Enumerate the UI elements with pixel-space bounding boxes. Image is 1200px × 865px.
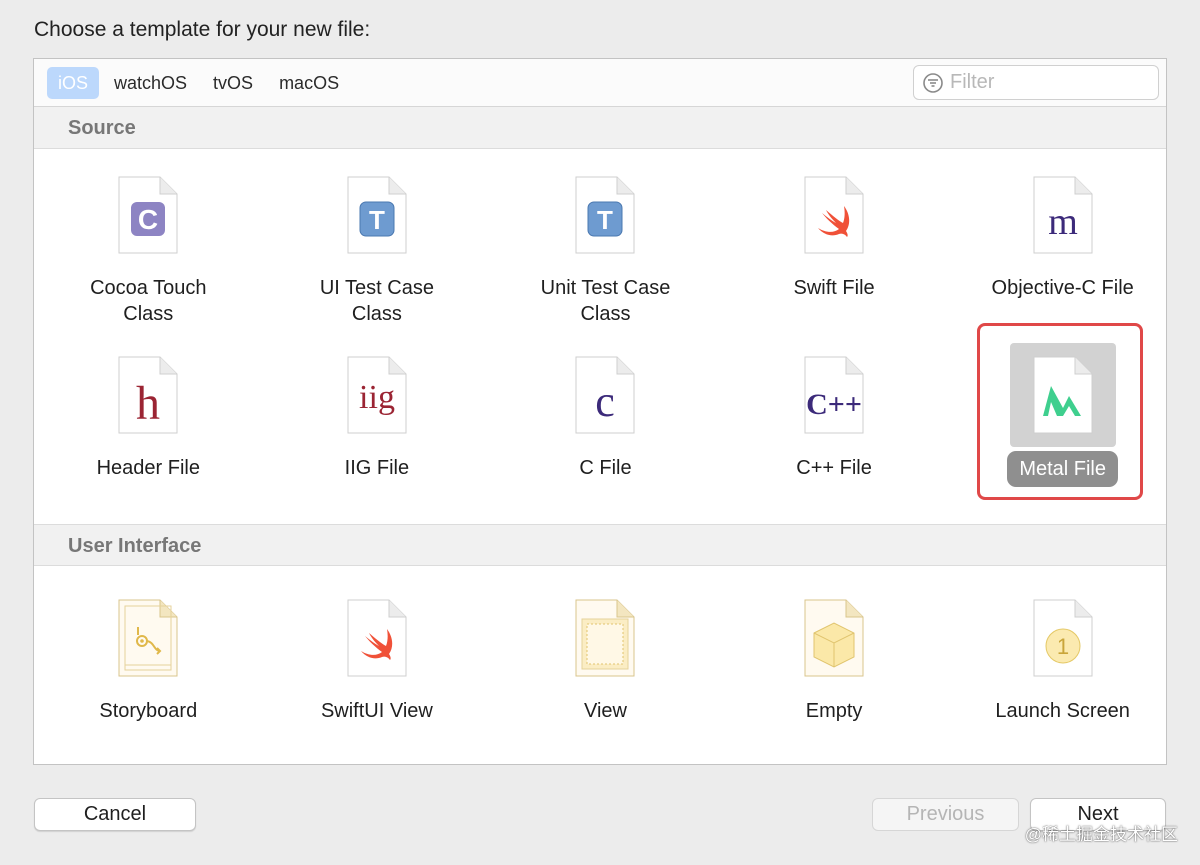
metal-file-icon <box>1033 356 1093 434</box>
template-label: Metal File <box>1007 451 1119 487</box>
tab-watchos[interactable]: watchOS <box>103 67 198 99</box>
template-swift-file[interactable]: Swift File <box>720 163 949 343</box>
template-view[interactable]: View <box>491 586 720 766</box>
template-label: Storyboard <box>99 700 198 722</box>
platform-bar: iOS watchOS tvOS macOS <box>34 59 1166 107</box>
template-label: UI Test Case Class <box>319 277 434 325</box>
svg-text:h: h <box>136 377 160 430</box>
header-file-icon: h <box>118 356 178 434</box>
template-launch-screen[interactable]: 1 Launch Screen <box>948 586 1177 766</box>
template-label: C++ File <box>796 457 872 479</box>
svg-text:T: T <box>369 205 385 235</box>
view-icon <box>575 599 635 677</box>
template-iig-file[interactable]: iig IIG File <box>263 343 492 523</box>
svg-text:1: 1 <box>1057 634 1069 659</box>
c-file-icon: c <box>575 356 635 434</box>
template-label: View <box>583 700 627 722</box>
swiftui-view-icon <box>347 599 407 677</box>
template-ui-test-case-class[interactable]: T UI Test Case Class <box>263 163 492 343</box>
filter-field[interactable] <box>913 65 1159 100</box>
cancel-button[interactable]: Cancel <box>34 798 196 831</box>
tab-ios[interactable]: iOS <box>47 67 100 99</box>
svg-text:iig: iig <box>359 379 395 416</box>
template-label: IIG File <box>344 457 410 479</box>
template-empty[interactable]: Empty <box>720 586 949 766</box>
dialog-title: Choose a template for your new file: <box>34 18 371 41</box>
empty-icon <box>804 599 864 677</box>
template-header-file[interactable]: h Header File <box>34 343 263 523</box>
launch-screen-icon: 1 <box>1033 599 1093 677</box>
svg-text:m: m <box>1048 201 1078 243</box>
section-header-user-interface: User Interface <box>34 524 1166 566</box>
svg-text:C: C <box>138 204 158 235</box>
template-label: Launch Screen <box>995 700 1130 722</box>
svg-text:c: c <box>596 377 616 426</box>
section-header-source: Source <box>34 107 1166 149</box>
template-objective-c-file[interactable]: m Objective-C File <box>948 163 1177 343</box>
source-templates: C Cocoa Touch Class T UI Test Case Class <box>34 149 1166 524</box>
template-label: Cocoa Touch Class <box>90 277 207 325</box>
template-metal-file[interactable]: Metal File <box>948 343 1177 523</box>
svg-text:T: T <box>598 205 614 235</box>
filter-icon <box>923 72 943 93</box>
filter-input[interactable] <box>950 71 1150 94</box>
previous-button[interactable]: Previous <box>872 798 1019 831</box>
template-label: Swift File <box>793 277 875 299</box>
template-unit-test-case-class[interactable]: T Unit Test Case Class <box>491 163 720 343</box>
swift-icon <box>804 176 864 254</box>
tab-macos[interactable]: macOS <box>268 67 350 99</box>
user-interface-templates: Storyboard SwiftUI View View Empty 1 Lau… <box>34 566 1166 762</box>
template-label: Unit Test Case Class <box>540 277 671 325</box>
ui-test-case-icon: T <box>347 176 407 254</box>
template-label: Header File <box>96 457 200 479</box>
cpp-file-icon: C++ <box>804 356 864 434</box>
iig-file-icon: iig <box>347 356 407 434</box>
template-cpp-file[interactable]: C++ C++ File <box>720 343 949 523</box>
template-label: C File <box>579 457 632 479</box>
watermark: @稀土掘金技术社区 <box>1024 825 1178 844</box>
template-storyboard[interactable]: Storyboard <box>34 586 263 766</box>
template-swiftui-view[interactable]: SwiftUI View <box>263 586 492 766</box>
svg-text:C++: C++ <box>806 388 862 421</box>
tab-tvos[interactable]: tvOS <box>202 67 264 99</box>
template-cocoa-touch-class[interactable]: C Cocoa Touch Class <box>34 163 263 343</box>
storyboard-icon <box>118 599 178 677</box>
unit-test-case-icon: T <box>575 176 635 254</box>
template-label: Empty <box>805 700 863 722</box>
cocoa-touch-class-icon: C <box>118 176 178 254</box>
template-panel: iOS watchOS tvOS macOS Source C <box>33 58 1167 765</box>
template-label: SwiftUI View <box>320 700 433 722</box>
platform-tabs: iOS watchOS tvOS macOS <box>47 67 350 99</box>
template-c-file[interactable]: c C File <box>491 343 720 523</box>
template-label: Objective-C File <box>991 277 1134 299</box>
objective-c-icon: m <box>1033 176 1093 254</box>
